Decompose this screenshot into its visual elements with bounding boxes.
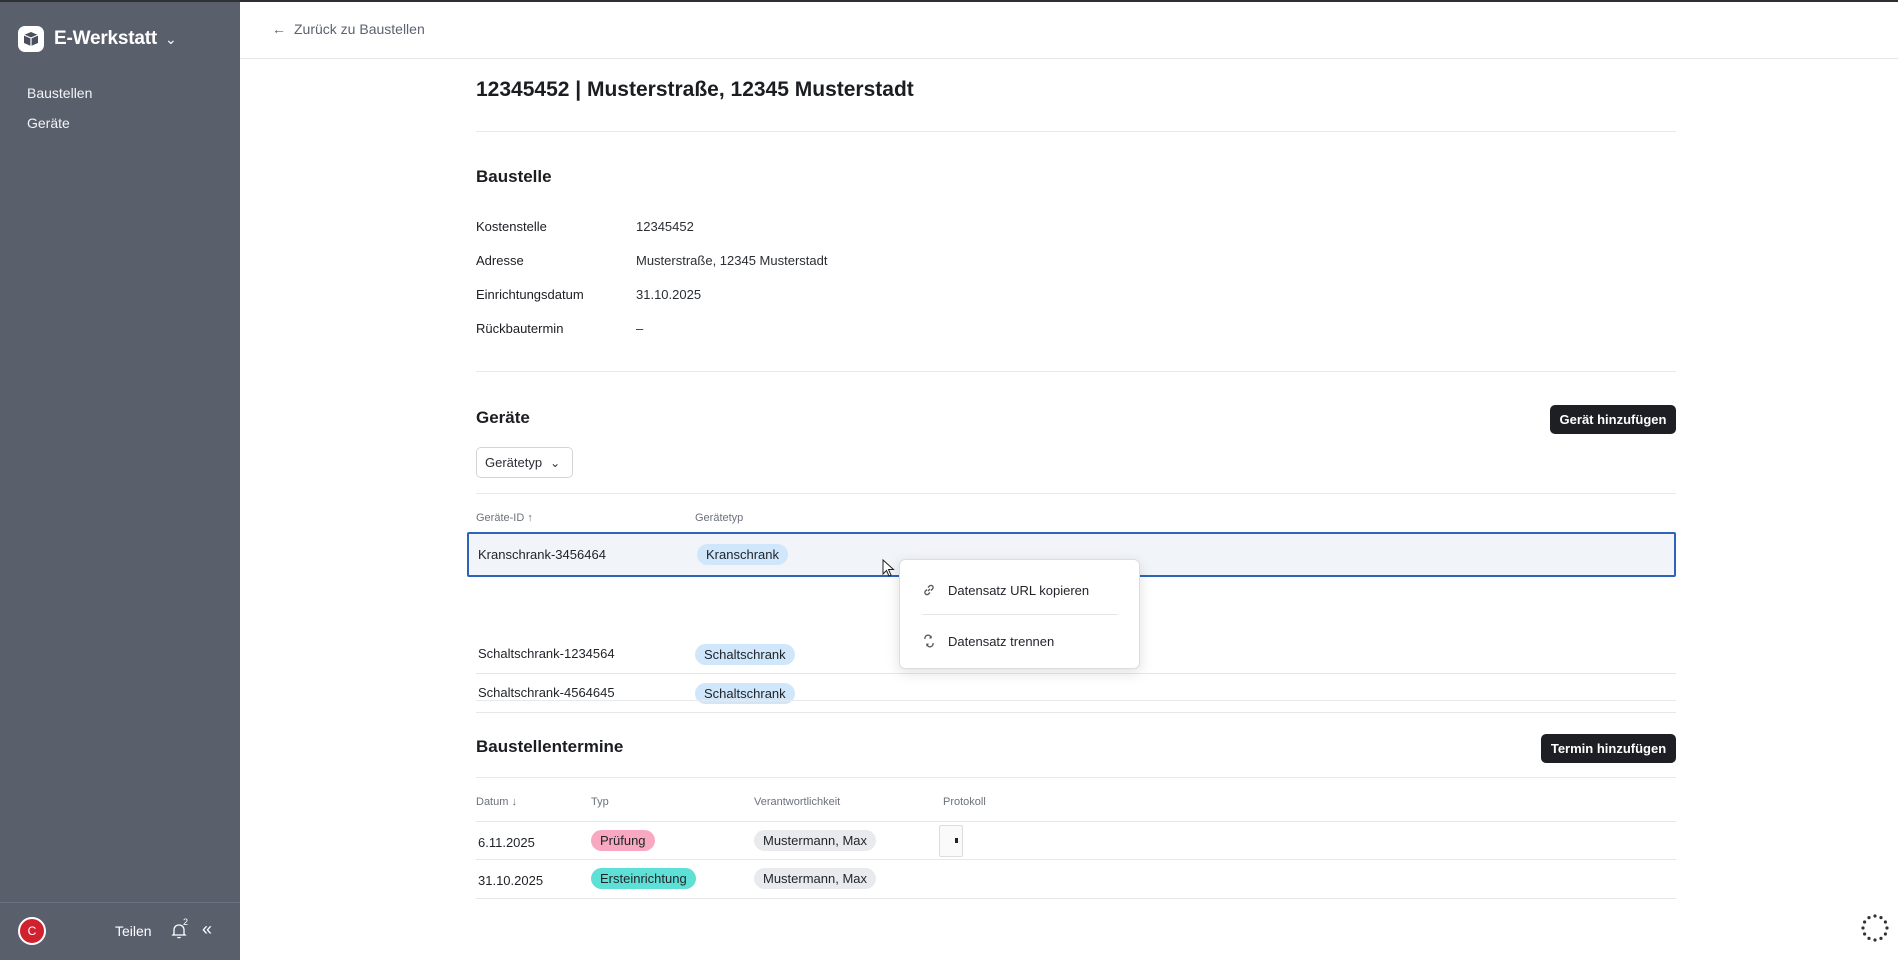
appointment-date: 6.11.2025 [478,835,535,850]
device-id: Schaltschrank-1234564 [478,646,615,661]
column-header-owner[interactable]: Verantwortlichkeit [754,796,840,808]
divider [476,371,1676,372]
topbar: ← Zurück zu Baustellen [240,2,1898,59]
divider [476,777,1676,778]
appointment-type-tag: Prüfung [591,830,655,851]
sidebar-nav: Baustellen Geräte [27,78,92,138]
back-link[interactable]: ← Zurück zu Baustellen [272,21,425,37]
chevron-down-icon: ⌄ [550,455,561,470]
arrow-left-icon: ← [272,21,286,37]
section-title-baustelle: Baustelle [476,167,552,186]
section-title-geraete: Geräte [476,408,530,427]
mouse-cursor-icon [882,559,895,577]
sidebar-footer: C Teilen 2 « [0,902,240,960]
sidebar-item-baustellen[interactable]: Baustellen [27,78,92,108]
chevron-down-icon: ⌄ [165,30,177,47]
menu-item-label: Datensatz trennen [948,633,1055,649]
page-title: 12345452 | Musterstraße, 12345 Mustersta… [476,78,914,101]
add-device-button[interactable]: Gerät hinzufügen [1550,405,1676,434]
share-button[interactable]: Teilen [115,923,152,939]
sidebar: E-Werkstatt ⌄ Baustellen Geräte C Teilen… [0,2,240,960]
table-row[interactable]: 31.10.2025 Ersteinrichtung Mustermann, M… [476,860,1676,899]
avatar[interactable]: C [18,917,46,945]
app-name: E-Werkstatt [54,28,158,49]
owner-tag: Mustermann, Max [754,830,877,851]
field-label: Adresse [476,253,524,268]
loading-spinner-icon [1861,914,1889,942]
sort-ascending-icon: ↑ [527,512,533,524]
device-type-filter[interactable]: Gerätetyp ⌄ [476,447,573,478]
back-label: Zurück zu Baustellen [294,21,425,37]
device-id: Schaltschrank-4564645 [478,685,615,700]
copy-record-url-item[interactable]: Datensatz URL kopieren [900,573,1141,607]
field-value: – [636,321,644,336]
divider [476,131,1676,132]
add-appointment-button[interactable]: Termin hinzufügen [1541,734,1676,763]
link-icon [924,584,934,596]
appointment-type-tag: Ersteinrichtung [591,868,696,889]
sort-descending-icon: ↓ [511,796,517,808]
unlink-icon [924,634,934,648]
table-row[interactable]: Schaltschrank-4564645 Schaltschrank [476,674,1676,713]
device-type-tag: Schaltschrank [695,644,795,665]
divider [476,700,1676,701]
protocol-thumbnail[interactable] [939,825,963,857]
filter-label: Gerätetyp [485,455,543,470]
field-value: 12345452 [636,219,694,234]
context-menu: Datensatz URL kopieren Datensatz trennen [899,559,1140,669]
field-label: Kostenstelle [476,219,547,234]
sidebar-item-geraete[interactable]: Geräte [27,108,92,138]
field-label: Einrichtungsdatum [476,287,584,302]
unlink-record-item[interactable]: Datensatz trennen [900,624,1141,658]
section-title-termine: Baustellentermine [476,737,624,756]
appointment-date: 31.10.2025 [478,873,544,888]
column-header-protocol[interactable]: Protokoll [943,796,986,808]
owner-tag: Mustermann, Max [754,868,877,889]
device-id: Kranschrank-3456464 [478,547,606,562]
menu-divider [922,614,1118,615]
collapse-sidebar-icon[interactable]: « [202,919,212,940]
divider [476,493,1676,494]
device-type-tag: Kranschrank [697,544,788,565]
column-header-device-id[interactable]: Geräte-ID ↑ [476,512,533,524]
field-value: Musterstraße, 12345 Musterstadt [636,253,828,268]
box-logo-icon [18,26,44,52]
notification-count: 2 [183,917,189,927]
field-label: Rückbautermin [476,321,564,336]
field-value: 31.10.2025 [636,287,702,302]
column-header-date[interactable]: Datum ↓ [476,796,517,808]
column-header-device-type[interactable]: Gerätetyp [695,512,743,524]
workspace-switcher[interactable]: E-Werkstatt ⌄ [18,26,177,52]
table-row[interactable]: 6.11.2025 Prüfung Mustermann, Max [476,821,1676,860]
column-header-type[interactable]: Typ [591,796,609,808]
menu-item-label: Datensatz URL kopieren [948,582,1090,598]
